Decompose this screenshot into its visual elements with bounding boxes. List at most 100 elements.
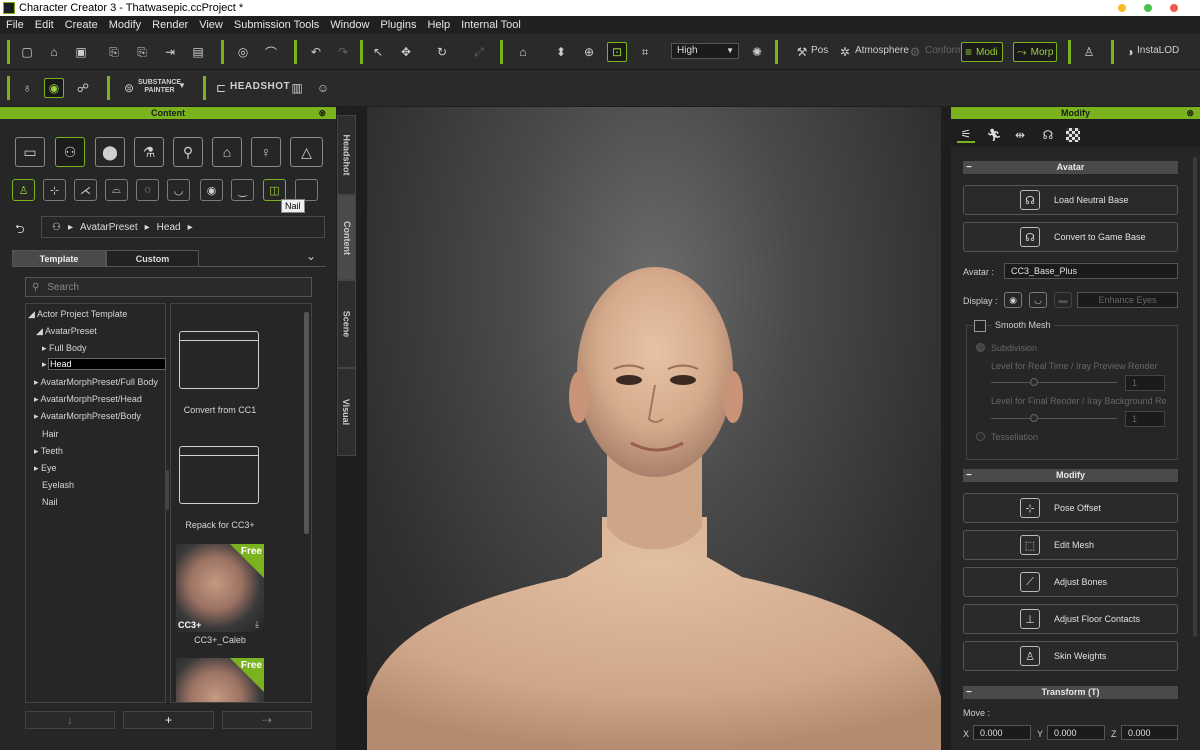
tab-scene[interactable]: Scene bbox=[337, 280, 356, 368]
headshot-label[interactable]: HEADSHOT bbox=[230, 81, 290, 92]
add-button[interactable]: + bbox=[123, 711, 214, 729]
accessory-category-icon[interactable]: ⌂ bbox=[212, 137, 242, 167]
tree-item[interactable]: ▸ Eye bbox=[34, 463, 57, 474]
light-icon[interactable]: ✺ bbox=[747, 42, 767, 62]
morph-slider-tab-icon[interactable]: ⇹ bbox=[1011, 127, 1029, 143]
menu-edit[interactable]: Edit bbox=[35, 19, 54, 31]
teeth-morph-icon[interactable]: ◡ bbox=[167, 179, 190, 201]
frame-selected-icon[interactable]: ⊕ bbox=[579, 42, 599, 62]
arms-morph-icon[interactable]: ⋌ bbox=[74, 179, 97, 201]
close-icon[interactable]: ⊗ bbox=[1186, 107, 1194, 119]
final-slider-knob[interactable] bbox=[1030, 414, 1038, 422]
undo-icon[interactable]: ↶ bbox=[306, 42, 326, 62]
realtime-level-input[interactable]: 1 bbox=[1125, 375, 1165, 391]
smooth-mesh-checkbox[interactable] bbox=[974, 320, 986, 332]
smart-search-icon[interactable]: ◎ bbox=[233, 42, 253, 62]
adjust-bones-button[interactable]: ⟋ Adjust Bones bbox=[963, 567, 1178, 597]
tessellation-radio[interactable] bbox=[976, 432, 985, 441]
menu-create[interactable]: Create bbox=[65, 19, 98, 31]
thumbnail-label[interactable]: Repack for CC3+ bbox=[171, 520, 270, 530]
hanger-icon[interactable]: ⌒ bbox=[261, 42, 281, 62]
3d-viewport[interactable] bbox=[367, 107, 941, 750]
substance-painter-icon[interactable]: ⊜ bbox=[119, 78, 139, 98]
pick-parent-icon[interactable]: ⊡ bbox=[607, 42, 627, 62]
instalod-label[interactable]: InstaLOD bbox=[1137, 45, 1179, 56]
conform-label[interactable]: Conform bbox=[925, 45, 963, 56]
tab-visual[interactable]: Visual bbox=[337, 368, 356, 456]
avatar-thumbnail[interactable]: Free CC3+ ⤓ bbox=[176, 544, 264, 632]
new-project-icon[interactable]: ▢ bbox=[17, 42, 37, 62]
scene-category-icon[interactable]: △ bbox=[290, 137, 323, 167]
skin-weights-button[interactable]: ♙ Skin Weights bbox=[963, 641, 1178, 671]
menu-render[interactable]: Render bbox=[152, 19, 188, 31]
redo-icon[interactable]: ↷ bbox=[333, 42, 353, 62]
export-icon[interactable]: ⎘ bbox=[132, 42, 152, 62]
maximize-button[interactable] bbox=[1144, 4, 1152, 12]
thumbnail-label[interactable]: Convert from CC1 bbox=[171, 405, 270, 415]
tree-item[interactable]: ▸ AvatarMorphPreset/Head bbox=[34, 394, 142, 405]
splitter-handle[interactable] bbox=[166, 470, 169, 510]
camera-icon[interactable]: ⌗ bbox=[635, 42, 655, 62]
folder-icon[interactable] bbox=[179, 446, 259, 504]
tree-item[interactable]: ▸ Full Body bbox=[42, 343, 87, 354]
thumbnail-label[interactable]: CC3+_Caleb bbox=[171, 635, 270, 645]
empty-slot-icon[interactable] bbox=[295, 179, 318, 201]
tree-item[interactable]: Hair bbox=[42, 429, 59, 439]
atmosphere-label[interactable]: Atmosphere bbox=[855, 45, 909, 56]
chevron-down-icon[interactable]: ⌄ bbox=[306, 249, 316, 263]
scale-icon[interactable]: ⤢ bbox=[469, 42, 489, 62]
morph-button[interactable]: ⤳ Morp bbox=[1013, 42, 1057, 62]
attribute-tab-icon[interactable]: ⚟ bbox=[957, 127, 975, 143]
download-button[interactable]: ↓ bbox=[25, 711, 115, 729]
menu-window[interactable]: Window bbox=[330, 19, 369, 31]
pose-category-icon[interactable]: ♀ bbox=[251, 137, 281, 167]
tree-item[interactable]: ▸ AvatarMorphPreset/Full Body bbox=[34, 377, 158, 388]
menu-internal-tool[interactable]: Internal Tool bbox=[461, 19, 521, 31]
move-icon[interactable]: ✥ bbox=[396, 42, 416, 62]
tree-item[interactable]: Eyelash bbox=[42, 480, 74, 490]
eye-morph-icon[interactable]: ◉ bbox=[200, 179, 223, 201]
avatar-thumbnail[interactable]: Free bbox=[176, 658, 264, 702]
folder-category-icon[interactable]: ▭ bbox=[15, 137, 45, 167]
breadcrumb-root-icon[interactable]: ⚇ bbox=[52, 222, 61, 233]
home-camera-icon[interactable]: ⌂ bbox=[513, 42, 533, 62]
menu-help[interactable]: Help bbox=[427, 19, 450, 31]
pose-icon[interactable]: ⚒ bbox=[792, 42, 812, 62]
render-quality-select[interactable]: High ▼ bbox=[671, 43, 739, 59]
avatar-section-header[interactable]: − Avatar bbox=[963, 161, 1178, 174]
load-neutral-base-button[interactable]: ☊ Load Neutral Base bbox=[963, 185, 1178, 215]
avatar-name-field[interactable]: CC3_Base_Plus bbox=[1004, 263, 1178, 279]
open-folder-icon[interactable]: ⌂ bbox=[44, 42, 64, 62]
atmosphere-icon[interactable]: ✲ bbox=[835, 42, 855, 62]
eye-pick-icon[interactable]: ◉ bbox=[44, 78, 64, 98]
final-level-input[interactable]: 1 bbox=[1125, 411, 1165, 427]
download-icon[interactable]: ⤓ bbox=[255, 619, 259, 630]
display-teeth-icon[interactable]: ◡ bbox=[1029, 292, 1047, 308]
menu-submission-tools[interactable]: Submission Tools bbox=[234, 19, 319, 31]
import-icon[interactable]: ⎘ bbox=[104, 42, 124, 62]
convert-game-base-button[interactable]: ☊ Convert to Game Base bbox=[963, 222, 1178, 252]
materials-category-icon[interactable]: ⬤ bbox=[95, 137, 125, 167]
realtime-slider-knob[interactable] bbox=[1030, 378, 1038, 386]
headshot-icon[interactable]: ⊏ bbox=[211, 78, 231, 98]
save-icon[interactable]: ▣ bbox=[71, 42, 91, 62]
minimize-button[interactable] bbox=[1118, 4, 1126, 12]
face-icon[interactable]: ☺ bbox=[313, 78, 333, 98]
menu-modify[interactable]: Modify bbox=[109, 19, 141, 31]
breadcrumb-item[interactable]: Head bbox=[157, 222, 181, 233]
display-eye-icon[interactable]: ◉ bbox=[1004, 292, 1022, 308]
tree-item[interactable]: ◢ Actor Project Template bbox=[28, 309, 127, 320]
body-morph-icon[interactable]: ⊹ bbox=[43, 179, 66, 201]
folder-icon[interactable] bbox=[179, 331, 259, 389]
head-morph-icon[interactable]: ♙ bbox=[12, 179, 35, 201]
export-fbx-icon[interactable]: ⇥ bbox=[160, 42, 180, 62]
tree-item[interactable]: ◢ AvatarPreset bbox=[36, 326, 97, 337]
realtime-slider-track[interactable] bbox=[991, 382, 1117, 383]
fit-view-icon[interactable]: ⬍ bbox=[551, 42, 571, 62]
enhance-eyes-button[interactable]: Enhance Eyes bbox=[1077, 292, 1178, 308]
move-x-input[interactable]: 0.000 bbox=[973, 725, 1031, 740]
modify-section-header[interactable]: − Modify bbox=[963, 469, 1178, 482]
material-tab-icon[interactable] bbox=[1066, 128, 1080, 142]
conform-icon[interactable]: ⚙ bbox=[905, 42, 925, 62]
select-arrow-icon[interactable]: ↖ bbox=[368, 42, 388, 62]
